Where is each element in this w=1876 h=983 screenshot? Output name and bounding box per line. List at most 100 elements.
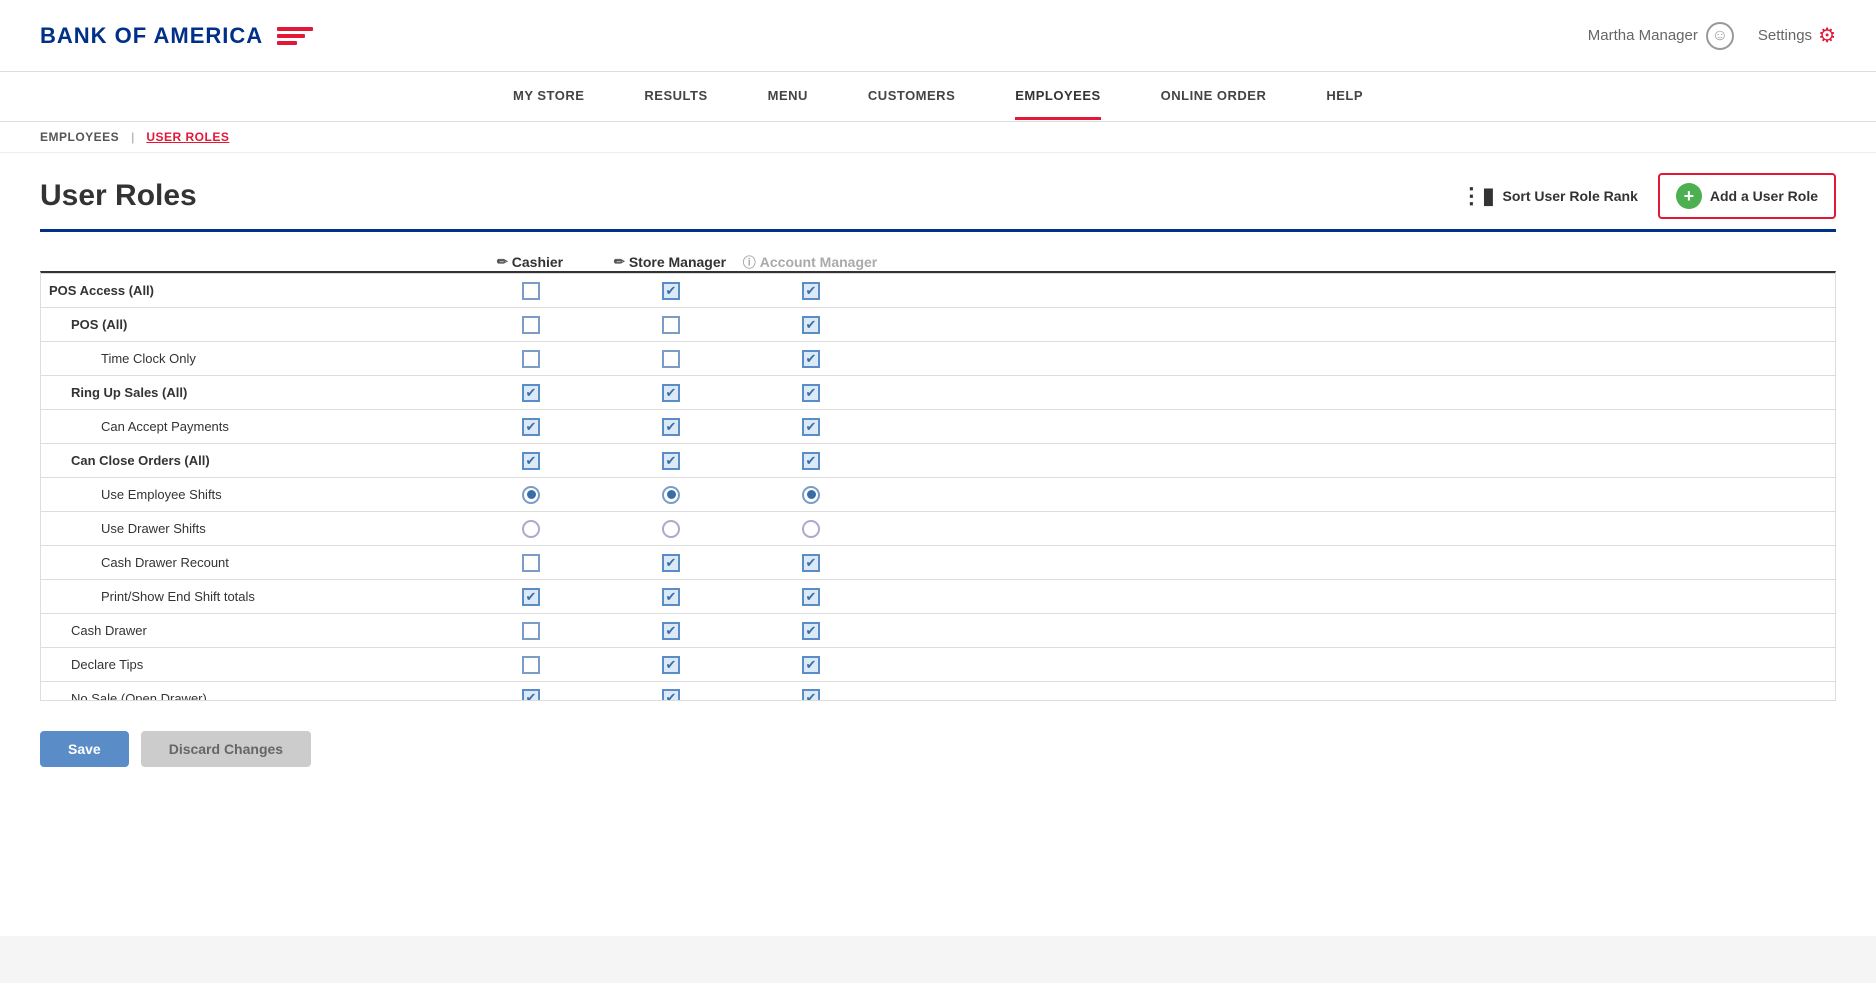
checkbox-checked xyxy=(802,418,820,436)
radio-unselected[interactable] xyxy=(662,520,680,538)
checkbox[interactable] xyxy=(522,350,540,368)
perm-label: POS Access (All) xyxy=(41,277,461,304)
perm-cell-account-manager xyxy=(741,616,881,646)
checkbox[interactable] xyxy=(522,554,540,572)
permissions-table[interactable]: POS Access (All) POS (All) xyxy=(40,271,1836,701)
perm-cell-store-manager[interactable] xyxy=(601,344,741,374)
perm-label: Declare Tips xyxy=(41,651,461,678)
nav-online-order[interactable]: ONLINE ORDER xyxy=(1161,74,1267,120)
perm-cell-store-manager[interactable] xyxy=(601,378,741,408)
perm-cell-cashier[interactable] xyxy=(461,378,601,408)
perm-cell-cashier[interactable] xyxy=(461,310,601,340)
perm-cell-account-manager xyxy=(741,378,881,408)
checkbox-checked xyxy=(802,689,820,701)
table-row: Ring Up Sales (All) xyxy=(41,375,1835,409)
checkbox-checked[interactable] xyxy=(662,656,680,674)
perm-label: Can Accept Payments xyxy=(41,413,461,440)
settings-link[interactable]: Settings ⚙ xyxy=(1758,23,1836,48)
perm-cell-cashier[interactable] xyxy=(461,582,601,612)
perm-label: Can Close Orders (All) xyxy=(41,447,461,474)
checkbox-checked[interactable] xyxy=(662,452,680,470)
discard-button[interactable]: Discard Changes xyxy=(141,731,311,767)
role-headers: ✏ Cashier ✏ Store Manager ⓘ Account Mana… xyxy=(40,252,1836,271)
checkbox[interactable] xyxy=(522,622,540,640)
perm-cell-cashier[interactable] xyxy=(461,683,601,701)
perm-cell-store-manager[interactable] xyxy=(601,514,741,544)
user-icon: ☺ xyxy=(1706,22,1734,50)
role-store-manager-label: Store Manager xyxy=(629,254,726,270)
table-row: POS Access (All) xyxy=(41,273,1835,307)
checkbox-checked[interactable] xyxy=(522,418,540,436)
checkbox-checked[interactable] xyxy=(662,282,680,300)
breadcrumb-parent[interactable]: EMPLOYEES xyxy=(40,130,119,144)
checkbox[interactable] xyxy=(662,350,680,368)
perm-cell-cashier[interactable] xyxy=(461,616,601,646)
table-row: Use Drawer Shifts xyxy=(41,511,1835,545)
perm-cell-account-manager xyxy=(741,480,881,510)
nav-my-store[interactable]: MY STORE xyxy=(513,74,584,120)
perm-cell-cashier[interactable] xyxy=(461,650,601,680)
perm-cell-cashier[interactable] xyxy=(461,514,601,544)
role-account-manager-label: Account Manager xyxy=(760,254,877,270)
checkbox-checked[interactable] xyxy=(522,452,540,470)
perm-cell-store-manager[interactable] xyxy=(601,683,741,701)
perm-cell-cashier[interactable] xyxy=(461,412,601,442)
perm-label: Cash Drawer xyxy=(41,617,461,644)
perm-label: Use Employee Shifts xyxy=(41,481,461,508)
page-title: User Roles xyxy=(40,179,197,213)
perm-label: Time Clock Only xyxy=(41,345,461,372)
add-user-role-button[interactable]: + Add a User Role xyxy=(1658,173,1836,219)
role-cashier-label: Cashier xyxy=(512,254,563,270)
checkbox[interactable] xyxy=(522,656,540,674)
nav-results[interactable]: RESULTS xyxy=(644,74,707,120)
nav-menu[interactable]: MENU xyxy=(768,74,808,120)
main-nav: MY STORE RESULTS MENU CUSTOMERS EMPLOYEE… xyxy=(0,72,1876,122)
sort-user-role-rank-button[interactable]: ⋮▮ Sort User Role Rank xyxy=(1460,183,1637,209)
checkbox-checked[interactable] xyxy=(662,418,680,436)
perm-cell-store-manager[interactable] xyxy=(601,310,741,340)
nav-help[interactable]: HELP xyxy=(1326,74,1363,120)
role-header-cashier: ✏ Cashier xyxy=(460,254,600,270)
perm-cell-store-manager[interactable] xyxy=(601,446,741,476)
nav-customers[interactable]: CUSTOMERS xyxy=(868,74,955,120)
breadcrumb-current[interactable]: USER ROLES xyxy=(146,130,229,144)
perm-cell-account-manager xyxy=(741,514,881,544)
page-content: User Roles ⋮▮ Sort User Role Rank + Add … xyxy=(0,153,1876,936)
table-row: Can Accept Payments xyxy=(41,409,1835,443)
perm-cell-store-manager[interactable] xyxy=(601,480,741,510)
nav-employees[interactable]: EMPLOYEES xyxy=(1015,74,1100,120)
perm-label: Cash Drawer Recount xyxy=(41,549,461,576)
sort-label: Sort User Role Rank xyxy=(1502,188,1637,204)
perm-cell-store-manager[interactable] xyxy=(601,276,741,306)
radio-unselected[interactable] xyxy=(522,520,540,538)
flag-stripe-2 xyxy=(277,34,305,38)
checkbox-checked[interactable] xyxy=(662,384,680,402)
radio-unselected xyxy=(802,520,820,538)
add-icon: + xyxy=(1676,183,1702,209)
perm-cell-cashier[interactable] xyxy=(461,276,601,306)
perm-cell-store-manager[interactable] xyxy=(601,650,741,680)
checkbox[interactable] xyxy=(522,282,540,300)
radio-selected[interactable] xyxy=(662,486,680,504)
checkbox-checked[interactable] xyxy=(522,384,540,402)
perm-cell-store-manager[interactable] xyxy=(601,548,741,578)
checkbox-checked[interactable] xyxy=(662,622,680,640)
checkbox-checked[interactable] xyxy=(662,689,680,701)
perm-cell-store-manager[interactable] xyxy=(601,616,741,646)
checkbox[interactable] xyxy=(662,316,680,334)
perm-cell-cashier[interactable] xyxy=(461,446,601,476)
perm-cell-store-manager[interactable] xyxy=(601,412,741,442)
checkbox-checked[interactable] xyxy=(522,689,540,701)
perm-cell-cashier[interactable] xyxy=(461,480,601,510)
checkbox[interactable] xyxy=(522,316,540,334)
checkbox-checked[interactable] xyxy=(662,554,680,572)
role-header-account-manager: ⓘ Account Manager xyxy=(740,252,880,271)
checkbox-checked[interactable] xyxy=(662,588,680,606)
user-name: Martha Manager xyxy=(1588,27,1698,44)
perm-cell-cashier[interactable] xyxy=(461,548,601,578)
perm-cell-cashier[interactable] xyxy=(461,344,601,374)
save-button[interactable]: Save xyxy=(40,731,129,767)
checkbox-checked[interactable] xyxy=(522,588,540,606)
perm-cell-store-manager[interactable] xyxy=(601,582,741,612)
radio-selected[interactable] xyxy=(522,486,540,504)
